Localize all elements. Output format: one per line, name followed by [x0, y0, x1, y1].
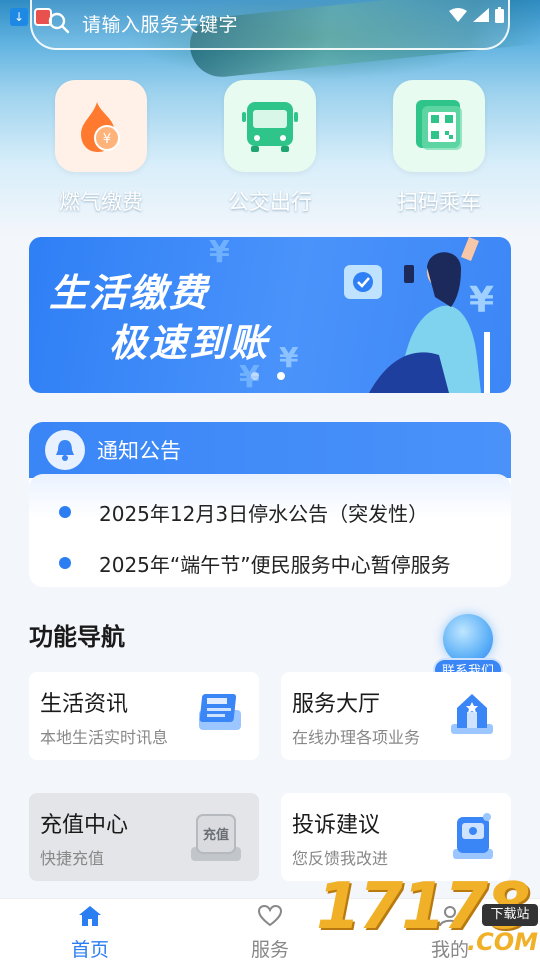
search-bar[interactable]: 请输入服务关键字: [30, 0, 510, 50]
notice-title: 通知公告: [97, 439, 181, 463]
quick-action-gas[interactable]: ¥ 燃气缴费: [55, 80, 147, 216]
customer-service-avatar-icon: [443, 614, 493, 664]
quick-action-bus[interactable]: 公交出行: [224, 80, 316, 216]
tab-label: 首页: [70, 939, 109, 960]
download-status-icon: ↓: [10, 8, 28, 26]
notice-text: 2025年“端午节”便民服务中心暂停服务: [99, 553, 451, 577]
nav-card-service-hall[interactable]: 服务大厅 在线办理各项业务: [281, 672, 511, 760]
watermark-suffix: .COM: [466, 928, 538, 956]
bell-icon: [45, 430, 85, 470]
banner-line1: 生活缴费: [49, 271, 210, 315]
recharge-badge: 充值: [203, 827, 229, 843]
notice-item[interactable]: 2025年12月3日停水公告（突发性）: [29, 491, 511, 531]
gas-flame-icon: ¥: [81, 102, 120, 152]
notice-header: 通知公告: [29, 422, 511, 478]
card-subtitle: 您反馈我改进: [292, 849, 389, 868]
recharge-icon: 充值: [191, 814, 241, 861]
svg-text:¥: ¥: [279, 341, 299, 374]
watermark-tag: 下载站: [482, 904, 538, 926]
card-subtitle: 在线办理各项业务: [292, 728, 421, 747]
promo-banner[interactable]: 生活缴费 极速到账 ¥ ¥ ¥ ¥: [29, 237, 511, 393]
svg-text:¥: ¥: [469, 280, 494, 321]
card-title: 充值中心: [40, 813, 129, 838]
heart-icon: [257, 904, 283, 927]
news-icon: [199, 694, 241, 730]
quick-action-label: 公交出行: [228, 190, 312, 214]
bullet-icon: [59, 557, 71, 569]
bus-tile[interactable]: [224, 80, 316, 172]
tab-home[interactable]: 首页: [50, 905, 130, 960]
nav-card-recharge[interactable]: 充值中心 快捷充值 充值: [29, 793, 259, 881]
mailbox-icon: [453, 813, 493, 859]
search-icon: [48, 12, 70, 34]
gas-tile[interactable]: ¥: [55, 80, 147, 172]
svg-text:¥: ¥: [103, 132, 111, 147]
notice-text: 2025年12月3日停水公告（突发性）: [99, 502, 429, 526]
banner-illustration: ¥ ¥ ¥ ¥: [209, 237, 494, 393]
bullet-icon: [59, 506, 71, 518]
tab-label: 服务: [250, 939, 289, 960]
tab-service[interactable]: 服务: [230, 904, 310, 960]
notice-panel: 通知公告 2025年12月3日停水公告（突发性） 2025年“端午节”便民服务中…: [29, 422, 511, 587]
bus-icon: [242, 102, 298, 152]
search-placeholder: 请输入服务关键字: [82, 14, 239, 36]
quick-action-scan[interactable]: 扫码乘车: [393, 80, 485, 216]
home-icon: [79, 906, 101, 926]
nav-card-news[interactable]: 生活资讯 本地生活实时讯息: [29, 672, 259, 760]
section-title: 功能导航: [29, 623, 125, 651]
banner-dot-active[interactable]: [277, 372, 285, 380]
service-hall-icon: [451, 694, 493, 734]
card-subtitle: 本地生活实时讯息: [40, 728, 169, 747]
scan-tile[interactable]: [393, 80, 485, 172]
nav-card-complaint[interactable]: 投诉建议 您反馈我改进: [281, 793, 511, 881]
card-title: 服务大厅: [292, 692, 381, 717]
banner-dot[interactable]: [251, 372, 259, 380]
notice-list: 2025年12月3日停水公告（突发性） 2025年“端午节”便民服务中心暂停服务: [29, 474, 511, 587]
quick-action-label: 扫码乘车: [397, 190, 481, 214]
quick-action-label: 燃气缴费: [59, 190, 143, 214]
qr-code-icon: [416, 100, 462, 150]
card-title: 投诉建议: [292, 813, 381, 838]
card-subtitle: 快捷充值: [40, 849, 105, 868]
notice-item[interactable]: 2025年“端午节”便民服务中心暂停服务: [29, 542, 511, 582]
card-title: 生活资讯: [40, 692, 129, 717]
site-watermark: 17178 下载站 .COM: [316, 870, 540, 960]
svg-text:¥: ¥: [209, 237, 230, 270]
